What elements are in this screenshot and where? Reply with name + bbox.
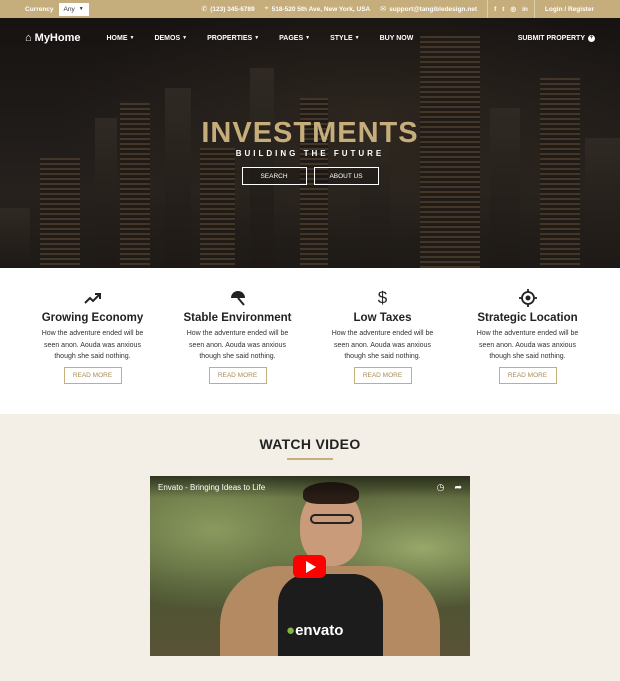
address-text: 518-520 5th Ave, New York, USA	[271, 5, 371, 13]
nav-label: PAGES	[279, 34, 304, 42]
linkedin-icon[interactable]: in	[522, 6, 528, 13]
phone-icon: ✆	[201, 6, 208, 13]
feature-title: Strategic Location	[477, 312, 578, 324]
hero-title: INVESTMENTS	[201, 117, 419, 149]
phone-text: (123) 345-6789	[210, 5, 255, 13]
read-more-button[interactable]: READ MORE	[208, 366, 267, 384]
umbrella-icon	[165, 288, 310, 308]
submit-label: SUBMIT PROPERTY	[517, 34, 585, 42]
email-info[interactable]: ✉ support@tangibledesign.net	[380, 5, 478, 14]
search-button[interactable]: SEARCH	[241, 167, 307, 185]
plus-circle-icon: +	[588, 34, 595, 42]
envato-text: envato	[295, 622, 344, 639]
map-pin-icon: ⌖	[264, 5, 269, 12]
title-underline	[287, 458, 333, 460]
play-button[interactable]	[293, 555, 326, 578]
nav-item-home[interactable]: HOME ▼	[107, 35, 135, 42]
social-links: f t ◎ in	[487, 0, 535, 18]
hero-subtitle: BUILDING THE FUTURE	[235, 149, 385, 158]
read-more-button[interactable]: READ MORE	[353, 366, 412, 384]
dollar-glyph: $	[377, 288, 388, 307]
clock-icon[interactable]: ◷	[437, 482, 445, 493]
house-icon: ⌂	[25, 32, 32, 44]
video-title[interactable]: Envato - Bringing Ideas to Life	[158, 483, 265, 492]
nav-label: STYLE	[330, 34, 353, 42]
video-section: WATCH VIDEO ●envato Envato - Bringing Id…	[0, 414, 620, 681]
top-bar: Currency Any ▼ ✆ (123) 345-6789 ⌖ 518-520 …	[0, 0, 620, 18]
dollar-icon: $	[310, 288, 455, 308]
currency-select[interactable]: Any ▼	[58, 2, 89, 16]
nav-label: BUY NOW	[379, 34, 414, 42]
currency-label: Currency	[25, 5, 54, 13]
feature-title: Growing Economy	[41, 312, 144, 324]
phone-info[interactable]: ✆ (123) 345-6789	[201, 5, 255, 14]
submit-property-button[interactable]: SUBMIT PROPERTY +	[517, 34, 595, 42]
caret-down-icon: ▼	[305, 35, 311, 41]
hero-content: INVESTMENTS BUILDING THE FUTURE SEARCH A…	[0, 118, 620, 185]
instagram-icon[interactable]: ◎	[510, 5, 516, 13]
video-actions: ◷ ➦	[437, 482, 462, 493]
feature-card: $ Low Taxes How the adventure ended will…	[310, 268, 455, 414]
email-text: support@tangibledesign.net	[389, 5, 478, 13]
feature-title: Stable Environment	[183, 312, 292, 324]
hero-buttons: SEARCH ABOUT US	[0, 167, 620, 185]
feature-text: How the adventure ended will be seen ano…	[186, 330, 289, 360]
feature-title: Low Taxes	[353, 312, 412, 324]
about-us-button[interactable]: ABOUT US	[313, 167, 379, 185]
feature-card: Stable Environment How the adventure end…	[165, 268, 310, 414]
logo-text: MyHome	[34, 32, 81, 44]
main-nav: ⌂ MyHome HOME ▼ DEMOS ▼ PROPERTIES ▼ PAGES ▼…	[0, 18, 620, 58]
caret-down-icon: ▼	[254, 35, 260, 41]
caret-down-icon: ▼	[129, 35, 135, 41]
currency-value: Any	[63, 5, 75, 13]
nav-item-style[interactable]: STYLE ▼	[330, 35, 360, 42]
nav-label: HOME	[106, 34, 128, 42]
play-icon	[305, 560, 316, 573]
read-more-button[interactable]: READ MORE	[63, 366, 122, 384]
target-icon	[455, 288, 600, 308]
nav-menu: HOME ▼ DEMOS ▼ PROPERTIES ▼ PAGES ▼ STYLE ▼ B…	[107, 35, 414, 42]
hero-section: ⌂ MyHome HOME ▼ DEMOS ▼ PROPERTIES ▼ PAGES ▼…	[0, 18, 620, 268]
nav-label: PROPERTIES	[207, 34, 253, 42]
chevron-down-icon: ▼	[78, 6, 84, 12]
trending-up-icon	[20, 288, 165, 308]
video-frame-shirt	[278, 574, 383, 656]
caret-down-icon: ▼	[182, 35, 188, 41]
caret-down-icon: ▼	[354, 35, 360, 41]
nav-item-pages[interactable]: PAGES ▼	[279, 35, 310, 42]
address-info: ⌖ 518-520 5th Ave, New York, USA	[265, 5, 371, 13]
video-player[interactable]: ●envato Envato - Bringing Ideas to Life …	[150, 476, 470, 656]
login-register-link[interactable]: Login / Register	[545, 6, 612, 13]
share-icon[interactable]: ➦	[454, 482, 462, 493]
nav-label: DEMOS	[154, 34, 181, 42]
leaf-icon: ●	[286, 622, 296, 639]
video-title-bar: Envato - Bringing Ideas to Life ◷ ➦	[150, 476, 470, 498]
feature-text: How the adventure ended will be seen ano…	[41, 330, 144, 360]
read-more-button[interactable]: READ MORE	[498, 366, 557, 384]
features-section: Growing Economy How the adventure ended …	[0, 268, 620, 414]
top-bar-info: ✆ (123) 345-6789 ⌖ 518-520 5th Ave, New Yo…	[201, 0, 612, 18]
facebook-icon[interactable]: f	[494, 6, 496, 13]
nav-item-buy-now[interactable]: BUY NOW	[380, 35, 414, 42]
feature-text: How the adventure ended will be seen ano…	[331, 330, 434, 360]
site-logo[interactable]: ⌂ MyHome	[25, 32, 81, 44]
nav-item-properties[interactable]: PROPERTIES ▼	[207, 35, 259, 42]
feature-card: Strategic Location How the adventure end…	[455, 268, 600, 414]
feature-text: How the adventure ended will be seen ano…	[476, 330, 579, 360]
nav-item-demos[interactable]: DEMOS ▼	[154, 35, 187, 42]
video-frame-glasses	[310, 514, 354, 524]
envato-logo: ●envato	[286, 622, 343, 639]
envelope-icon: ✉	[380, 6, 387, 13]
twitter-icon[interactable]: t	[502, 6, 504, 13]
feature-card: Growing Economy How the adventure ended …	[20, 268, 165, 414]
section-title: WATCH VIDEO	[259, 436, 361, 452]
